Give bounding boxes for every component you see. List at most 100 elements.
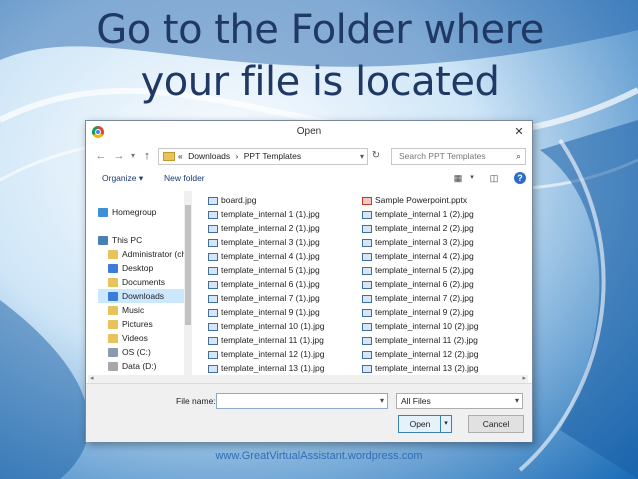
close-button[interactable]: ✕: [512, 126, 526, 138]
desktop-icon: [108, 264, 118, 274]
recent-locations-dropdown[interactable]: ▾: [126, 149, 140, 163]
sidebar-item[interactable]: Music: [98, 303, 190, 317]
sidebar-item[interactable]: Homegroup: [98, 205, 190, 219]
up-button[interactable]: ↑: [140, 149, 154, 163]
scroll-right-icon[interactable]: ▸: [522, 374, 526, 382]
file-item[interactable]: template_internal 7 (2).jpg: [362, 291, 474, 305]
file-item[interactable]: template_internal 7 (1).jpg: [208, 291, 320, 305]
slide-title-line-2: your file is located: [140, 59, 500, 105]
refresh-button[interactable]: ↻: [369, 149, 383, 163]
image-file-icon: [208, 238, 218, 247]
image-file-icon: [208, 210, 218, 219]
file-list-scrollbar[interactable]: ◂ ▸: [88, 375, 528, 383]
help-icon[interactable]: ?: [514, 172, 526, 184]
file-name: template_internal 4 (2).jpg: [375, 251, 474, 261]
file-item[interactable]: template_internal 9 (2).jpg: [362, 305, 474, 319]
new-folder-button[interactable]: New folder: [164, 173, 205, 183]
sidebar-item[interactable]: Data (D:): [98, 359, 190, 373]
cancel-button[interactable]: Cancel: [468, 415, 524, 433]
breadcrumb-downloads[interactable]: Downloads: [188, 149, 230, 164]
file-item[interactable]: template_internal 11 (1).jpg: [208, 333, 324, 347]
search-input[interactable]: Search PPT Templates ⌕: [391, 148, 526, 165]
open-button[interactable]: Open ▾: [398, 415, 452, 433]
file-item[interactable]: template_internal 5 (1).jpg: [208, 263, 320, 277]
file-item[interactable]: template_internal 1 (1).jpg: [208, 207, 320, 221]
sidebar-item[interactable]: Documents: [98, 275, 190, 289]
open-button-label: Open: [409, 419, 431, 429]
back-button[interactable]: ←: [94, 149, 108, 163]
sidebar-item-label: Homegroup: [112, 207, 157, 217]
sidebar-item[interactable]: OS (C:): [98, 345, 190, 359]
scrollbar-thumb[interactable]: [185, 205, 191, 325]
file-item[interactable]: Sample Powerpoint.pptx: [362, 193, 467, 207]
file-item[interactable]: template_internal 2 (2).jpg: [362, 221, 474, 235]
sidebar-item-label: Downloads: [122, 291, 165, 301]
file-item[interactable]: template_internal 4 (2).jpg: [362, 249, 474, 263]
file-item[interactable]: template_internal 9 (1).jpg: [208, 305, 320, 319]
address-bar[interactable]: « Downloads › PPT Templates ▾: [158, 148, 368, 165]
downloads-icon: [108, 292, 118, 302]
folder-icon: [163, 152, 175, 161]
sidebar-item[interactable]: Desktop: [98, 261, 190, 275]
file-name: template_internal 12 (1).jpg: [221, 349, 325, 359]
file-item[interactable]: template_internal 1 (2).jpg: [362, 207, 474, 221]
file-name-input[interactable]: ▾: [216, 393, 388, 409]
file-item[interactable]: template_internal 10 (1).jpg: [208, 319, 324, 333]
file-name: template_internal 3 (2).jpg: [375, 237, 474, 247]
forward-button[interactable]: →: [112, 149, 126, 163]
breadcrumb-ppt-templates[interactable]: PPT Templates: [244, 149, 301, 164]
file-item[interactable]: template_internal 6 (2).jpg: [362, 277, 474, 291]
preview-pane-icon[interactable]: ◫: [488, 172, 500, 184]
powerpoint-file-icon: [362, 196, 372, 205]
file-item[interactable]: template_internal 2 (1).jpg: [208, 221, 320, 235]
file-item[interactable]: template_internal 10 (2).jpg: [362, 319, 478, 333]
file-name: template_internal 11 (1).jpg: [221, 335, 324, 345]
sidebar-item[interactable]: Pictures: [98, 317, 190, 331]
sidebar-item-label: Desktop: [122, 263, 154, 273]
sidebar-item[interactable]: This PC: [98, 233, 190, 247]
file-item[interactable]: template_internal 5 (2).jpg: [362, 263, 474, 277]
file-item[interactable]: template_internal 12 (2).jpg: [362, 347, 478, 361]
documents-icon: [108, 278, 118, 288]
view-options-dropdown[interactable]: ▾: [466, 172, 478, 184]
address-prefix: «: [178, 151, 183, 161]
dialog-titlebar: Open ✕: [86, 121, 532, 143]
file-name: template_internal 10 (1).jpg: [221, 321, 325, 331]
scroll-left-icon[interactable]: ◂: [90, 374, 94, 382]
file-name: template_internal 1 (1).jpg: [221, 209, 320, 219]
file-name: template_internal 13 (2).jpg: [375, 363, 479, 373]
view-options-icon[interactable]: ▦: [452, 172, 464, 184]
user-folder-icon: [108, 250, 118, 260]
address-dropdown-icon[interactable]: ▾: [360, 149, 364, 164]
navigation-pane-scrollbar[interactable]: [184, 191, 192, 383]
file-item[interactable]: template_internal 11 (2).jpg: [362, 333, 478, 347]
file-name: template_internal 2 (1).jpg: [221, 223, 320, 233]
image-file-icon: [362, 364, 372, 373]
file-type-select[interactable]: All Files ▾: [396, 393, 523, 409]
file-item[interactable]: template_internal 6 (1).jpg: [208, 277, 320, 291]
sidebar-item[interactable]: Administrator (ch: [98, 247, 190, 261]
file-item[interactable]: template_internal 12 (1).jpg: [208, 347, 324, 361]
image-file-icon: [208, 364, 218, 373]
file-name-dropdown-icon[interactable]: ▾: [380, 394, 384, 408]
file-item[interactable]: template_internal 3 (2).jpg: [362, 235, 474, 249]
navigation-pane: Homegroup This PC Administrator (ch Desktop…: [98, 191, 190, 383]
sidebar-item[interactable]: Videos: [98, 331, 190, 345]
file-name: template_internal 4 (1).jpg: [221, 251, 320, 261]
open-button-dropdown[interactable]: ▾: [440, 416, 451, 432]
file-name: template_internal 2 (2).jpg: [375, 223, 474, 233]
file-item[interactable]: template_internal 13 (1).jpg: [208, 361, 324, 375]
image-file-icon: [208, 336, 218, 345]
music-icon: [108, 306, 118, 316]
sidebar-item-label: Pictures: [122, 319, 153, 329]
file-item[interactable]: template_internal 13 (2).jpg: [362, 361, 478, 375]
file-item[interactable]: board.jpg: [208, 193, 256, 207]
sidebar-item-label: Documents: [122, 277, 165, 287]
slide-title-line-1: Go to the Folder where: [96, 7, 544, 53]
file-item[interactable]: template_internal 4 (1).jpg: [208, 249, 320, 263]
file-item[interactable]: template_internal 3 (1).jpg: [208, 235, 320, 249]
open-file-dialog: Open ✕ ← → ▾ ↑ « Downloads › PPT Templat…: [85, 120, 533, 442]
sidebar-item[interactable]: Downloads: [98, 289, 190, 303]
organize-menu[interactable]: Organize ▾: [102, 173, 143, 184]
sidebar-item-label: Videos: [122, 333, 148, 343]
